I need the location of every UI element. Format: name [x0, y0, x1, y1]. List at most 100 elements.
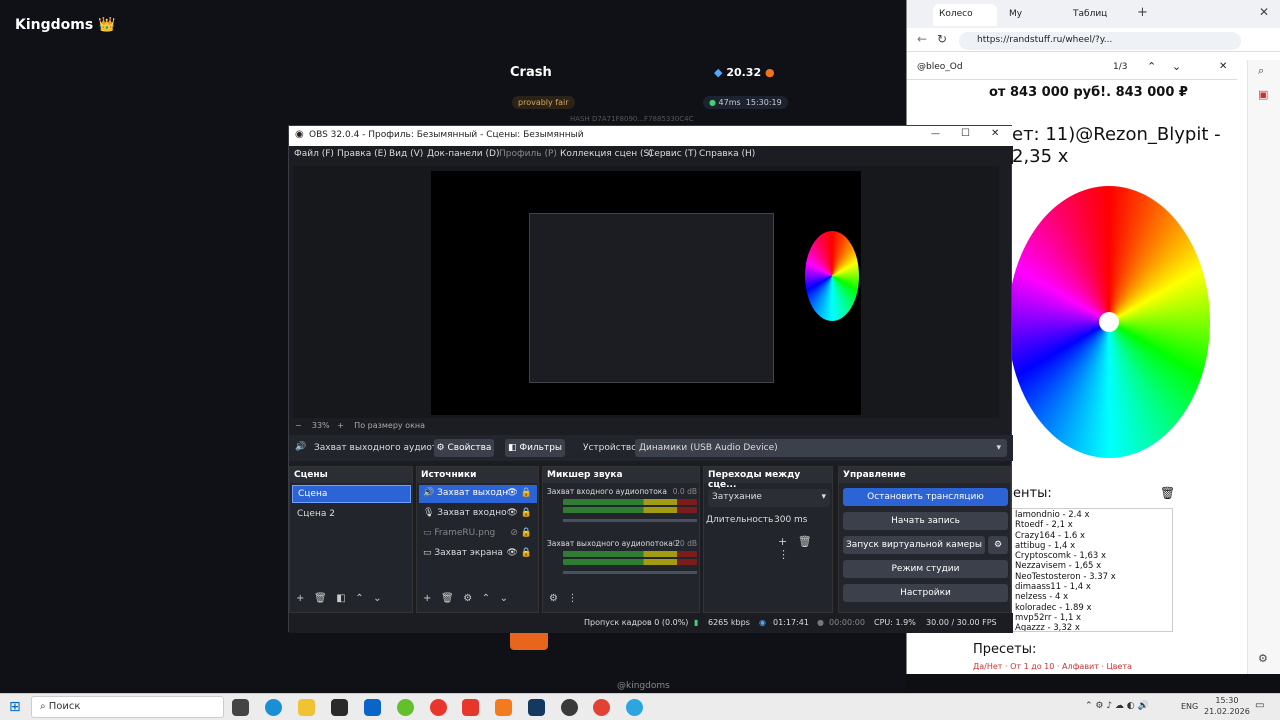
more-icon[interactable]: ⋮	[568, 593, 578, 604]
new-tab-icon[interactable]: +	[1137, 5, 1148, 20]
participant-item: dimaass11 - 1,4 x	[1015, 582, 1091, 593]
obs-icon[interactable]	[561, 699, 578, 716]
add-icon[interactable]: +	[778, 535, 787, 548]
find-input[interactable]: @bleo_Od	[917, 62, 963, 72]
yandex-browser-icon[interactable]	[430, 699, 447, 716]
move-down-icon[interactable]: ⌄	[500, 593, 508, 604]
stop-streaming-button[interactable]: Остановить трансляцию	[843, 488, 1008, 506]
transition-select[interactable]: Затухание ▾	[708, 489, 830, 507]
menu-tools[interactable]: Сервис (T)	[648, 149, 697, 159]
telegram-icon[interactable]	[626, 699, 643, 716]
trash-icon[interactable]: 🗑	[1160, 486, 1175, 500]
menu-scene-collection[interactable]: Коллекция сцен (S)	[560, 149, 653, 159]
advanced-audio-icon[interactable]: ⚙	[549, 593, 558, 604]
menu-profile[interactable]: Профиль (P)	[499, 149, 557, 159]
gear-icon[interactable]: ⚙	[988, 536, 1008, 554]
menu-docks[interactable]: Док-панели (D)	[427, 149, 499, 159]
back-icon[interactable]: ←	[917, 32, 927, 46]
menu-view[interactable]: Вид (V)	[389, 149, 423, 159]
fps: 30.00 / 30.00 FPS	[926, 618, 997, 627]
source-item[interactable]: 🎙 Захват входно 👁 🔒	[419, 505, 537, 523]
hidden-icon[interactable]: ⊘ 🔒	[510, 528, 532, 538]
visibility-icon[interactable]: 👁 🔒	[507, 548, 533, 558]
duration-input[interactable]: 300 ms	[770, 513, 828, 529]
wheel-result: ет: 11)@Rezon_Blypit - 2,35 x	[1012, 124, 1221, 167]
more-icon[interactable]: ⋮	[778, 548, 789, 561]
trash-icon[interactable]: 🗑	[798, 535, 812, 548]
clock[interactable]: 15:30 21.02.2026	[1204, 695, 1250, 717]
maximize-icon[interactable]: ☐	[961, 128, 970, 139]
scene-item[interactable]: Сцена 2	[292, 506, 411, 524]
virtual-camera-button[interactable]: Запуск виртуальной камеры	[843, 536, 985, 554]
language-indicator[interactable]: ENG	[1181, 702, 1198, 711]
refresh-icon[interactable]: ↻	[937, 32, 947, 46]
menu-file[interactable]: Файл (F)	[294, 149, 334, 159]
trash-icon[interactable]: 🗑	[314, 593, 327, 604]
steam-icon[interactable]	[528, 699, 545, 716]
tab-sheets[interactable]: Таблиц	[1067, 4, 1131, 26]
notifications-icon[interactable]: ▭	[1255, 700, 1264, 711]
provably-fair-badge[interactable]: provably fair	[512, 96, 575, 109]
volume-slider[interactable]	[563, 519, 697, 522]
url-field[interactable]: https://randstuff.ru/wheel/?y...	[959, 32, 1241, 50]
game-app-icon[interactable]	[495, 699, 512, 716]
minimize-icon[interactable]: —	[931, 129, 940, 139]
source-item[interactable]: ▭ FrameRU.png ⊘ 🔒	[419, 525, 537, 543]
settings-gear-icon[interactable]: ⚙	[1258, 652, 1268, 665]
menu-edit[interactable]: Правка (E)	[337, 149, 387, 159]
tab-wheel[interactable]: Колесо	[933, 4, 997, 26]
zoom-mode[interactable]: По размеру окна	[354, 421, 425, 430]
presets-list[interactable]: Да/Нет · От 1 до 10 · Алфавит · Цвета	[973, 662, 1132, 672]
search-icon[interactable]: ⌕	[1258, 64, 1264, 78]
program-preview[interactable]	[431, 171, 861, 415]
edge-icon[interactable]	[265, 699, 282, 716]
volume-slider[interactable]	[563, 571, 697, 574]
windows-start-icon[interactable]: ⊞	[9, 699, 21, 715]
close-window-icon[interactable]: ✕	[1259, 5, 1269, 19]
filter-icon[interactable]: ◧	[336, 593, 345, 604]
studio-mode-button[interactable]: Режим студии	[843, 560, 1008, 578]
find-close-icon[interactable]: ✕	[1219, 61, 1227, 72]
source-actions: + 🗑 ⚙ ⌃ ⌄	[423, 593, 508, 604]
tray-icons[interactable]: ⌃ ⚙ ♪ ☁ ◐ 🔊	[1085, 701, 1149, 711]
scene-actions: + 🗑 ◧ ⌃ ⌄	[296, 593, 382, 604]
visibility-icon[interactable]: 👁 🔒	[507, 508, 533, 518]
chrome-icon[interactable]	[593, 699, 610, 716]
move-down-icon[interactable]: ⌄	[373, 593, 381, 604]
filters-button[interactable]: ◧ Фильтры	[505, 439, 565, 457]
tab-my[interactable]: Му	[1003, 4, 1059, 26]
fortune-wheel[interactable]	[1008, 186, 1210, 458]
zoom-out-icon[interactable]: −	[295, 421, 302, 430]
visibility-icon[interactable]: 👁 🔒	[507, 488, 533, 498]
properties-button[interactable]: ⚙ Свойства	[434, 439, 494, 457]
audio-meter	[563, 559, 697, 565]
app-icon[interactable]	[397, 699, 414, 716]
search-box[interactable]: ⌕ Поиск	[31, 696, 224, 718]
shopping-icon[interactable]: ▣	[1258, 88, 1268, 101]
zoom-in-icon[interactable]: +	[337, 421, 344, 430]
source-item[interactable]: 🔊 Захват выходн 👁 🔒	[419, 485, 537, 503]
trash-icon[interactable]: 🗑	[441, 593, 454, 604]
scene-item[interactable]: Сцена	[292, 485, 411, 503]
participant-item: lamondnio - 2.4 x	[1015, 510, 1090, 520]
close-icon[interactable]: ✕	[991, 128, 999, 139]
participants-list[interactable]: lamondnio - 2.4 x Rtoedf - 2,1 x Crazy16…	[1011, 508, 1173, 632]
settings-button[interactable]: Настройки	[843, 584, 1008, 602]
move-up-icon[interactable]: ⌃	[355, 593, 363, 604]
store-icon[interactable]	[331, 699, 348, 716]
file-explorer-icon[interactable]	[298, 699, 315, 716]
outlook-icon[interactable]	[364, 699, 381, 716]
add-icon[interactable]: +	[296, 593, 304, 604]
task-view-icon[interactable]	[232, 699, 249, 716]
gear-icon[interactable]: ⚙	[463, 593, 472, 604]
status-bar: Пропуск кадров 0 (0.0%) ▮ 6265 kbps ◉ 01…	[289, 613, 1013, 633]
source-item[interactable]: ▭ Захват экрана 👁 🔒	[419, 545, 537, 563]
add-icon[interactable]: +	[423, 593, 431, 604]
device-select[interactable]: Динамики (USB Audio Device) ▾	[635, 439, 1007, 457]
menu-help[interactable]: Справка (H)	[699, 149, 755, 159]
yandex-icon[interactable]	[462, 699, 479, 716]
find-next-icon[interactable]: ⌄	[1172, 60, 1181, 73]
move-up-icon[interactable]: ⌃	[482, 593, 490, 604]
find-prev-icon[interactable]: ⌃	[1147, 60, 1156, 73]
start-recording-button[interactable]: Начать запись	[843, 512, 1008, 530]
